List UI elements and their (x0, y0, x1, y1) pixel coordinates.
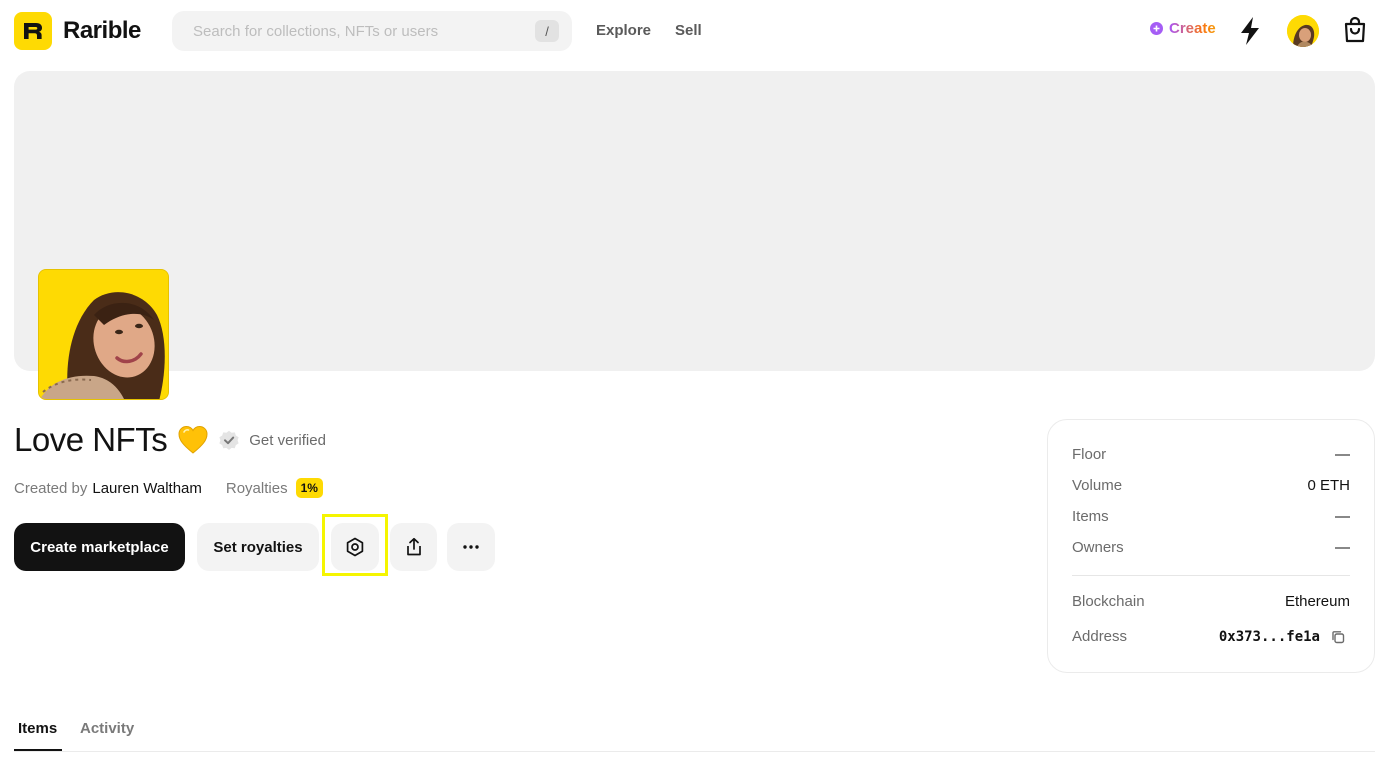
create-button[interactable]: Create (1150, 20, 1216, 37)
create-marketplace-button[interactable]: Create marketplace (14, 523, 185, 571)
volume-label: Volume (1072, 477, 1123, 494)
creator-link[interactable]: Lauren Waltham (92, 480, 202, 497)
tab-activity[interactable]: Activity (80, 720, 134, 737)
yellow-heart-icon (178, 425, 208, 454)
stat-items: Items — (1072, 508, 1350, 525)
collection-banner (14, 71, 1375, 371)
collection-meta: Created by Lauren Waltham Royalties 1% (14, 478, 323, 498)
rarible-logo-icon (14, 12, 52, 50)
create-label: Create (1169, 20, 1216, 37)
copy-icon[interactable] (1330, 629, 1346, 645)
created-by-label: Created by (14, 479, 88, 497)
verified-badge-icon[interactable] (217, 428, 241, 452)
search-bar[interactable]: / (172, 11, 572, 51)
stats-divider (1072, 575, 1350, 576)
active-tab-underline (14, 749, 62, 751)
plus-circle-icon (1150, 22, 1163, 35)
nav-explore-link[interactable]: Explore (596, 22, 651, 39)
more-dots-icon (463, 545, 479, 549)
share-button[interactable] (390, 523, 437, 571)
volume-value: 0 ETH (1307, 477, 1350, 494)
logo-text: Rarible (63, 17, 141, 44)
shopping-bag-icon[interactable] (1341, 16, 1369, 44)
top-header: Rarible / Explore Sell Create (0, 0, 1395, 62)
stat-floor: Floor — (1072, 446, 1350, 463)
get-verified-link[interactable]: Get verified (249, 432, 326, 449)
floor-value: — (1335, 446, 1350, 463)
stat-owners: Owners — (1072, 539, 1350, 556)
stat-blockchain: Blockchain Ethereum (1072, 593, 1350, 610)
collection-avatar (38, 269, 169, 400)
address-group: 0x373...fe1a (1219, 629, 1346, 645)
stat-address: Address 0x373...fe1a (1072, 628, 1346, 645)
royalties-label: Royalties (225, 479, 288, 497)
blockchain-label: Blockchain (1072, 593, 1145, 610)
address-label: Address (1072, 628, 1128, 645)
more-options-button[interactable] (447, 523, 495, 571)
floor-label: Floor (1072, 446, 1107, 463)
share-icon (406, 537, 421, 556)
lightning-bolt-icon[interactable] (1238, 16, 1262, 46)
blockchain-value: Ethereum (1284, 593, 1350, 610)
items-value: — (1335, 508, 1350, 525)
search-shortcut-key: / (535, 20, 559, 42)
collection-title: Love NFTs (14, 421, 168, 458)
collection-tabs: Items Activity (14, 712, 1375, 752)
collection-stats-card: Floor — Volume 0 ETH Items — Owners — Bl… (1047, 419, 1375, 673)
rarible-logo[interactable]: Rarible (14, 12, 141, 50)
nav-sell-link[interactable]: Sell (675, 22, 702, 39)
search-input[interactable] (172, 11, 572, 51)
set-royalties-button[interactable]: Set royalties (197, 523, 319, 571)
highlight-box (322, 514, 388, 576)
items-label: Items (1072, 508, 1109, 525)
royalties-badge: 1% (295, 478, 323, 498)
owners-label: Owners (1072, 539, 1124, 556)
collection-title-row: Love NFTs Get verified (14, 421, 326, 459)
stat-volume: Volume 0 ETH (1072, 477, 1350, 494)
tab-items[interactable]: Items (18, 720, 57, 737)
contract-address[interactable]: 0x373...fe1a (1219, 629, 1320, 645)
user-avatar[interactable] (1287, 15, 1319, 47)
owners-value: — (1335, 539, 1350, 556)
